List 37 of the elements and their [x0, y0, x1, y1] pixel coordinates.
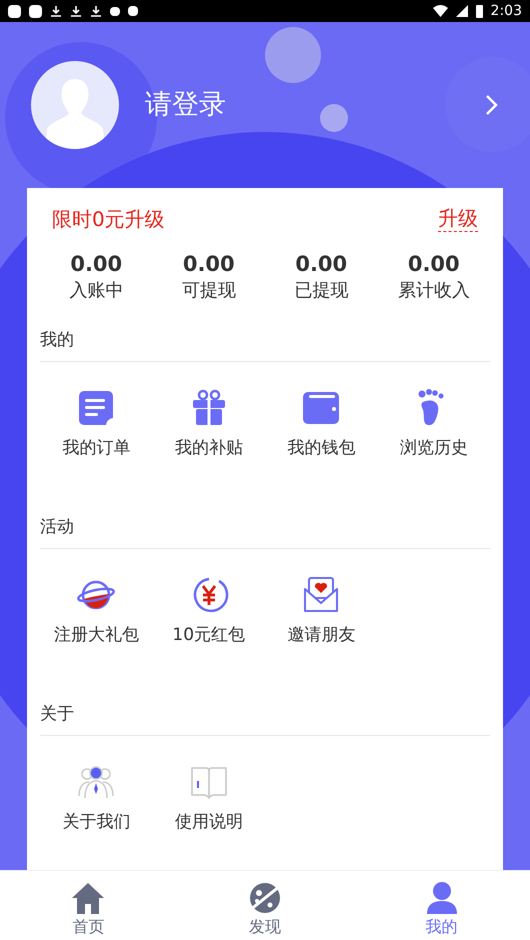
signal-icon [456, 5, 468, 17]
notification-icon [29, 4, 42, 18]
tab[interactable]: 首页 [0, 871, 177, 940]
clock: 2:03 [490, 4, 522, 18]
menu-item[interactable]: 我的钱包 [265, 388, 378, 462]
stat-label: 累计收入 [398, 279, 470, 303]
battery-icon [476, 4, 483, 18]
menu-item[interactable]: 注册大礼包 [40, 575, 152, 648]
menu-item[interactable]: 关于我们 [40, 762, 152, 836]
menu-item[interactable]: 使用说明 [152, 762, 265, 836]
download-icon [90, 5, 102, 17]
login-link[interactable]: 请登录 [145, 84, 226, 126]
section-title: 活动 [40, 516, 74, 539]
menu-item[interactable]: 10元红包 [152, 575, 265, 648]
wifi-icon [432, 5, 448, 17]
stat-value: 0.00 [295, 251, 348, 278]
upgrade-link[interactable]: 升级 [438, 206, 478, 232]
home-icon [70, 880, 106, 916]
promo-title: 限时0元升级 [52, 206, 165, 233]
menu-item[interactable]: 浏览历史 [378, 388, 490, 462]
section-title: 我的 [40, 328, 74, 352]
stat-value: 0.00 [70, 251, 122, 278]
notification-icon [8, 4, 21, 18]
download-icon [70, 5, 82, 17]
tab[interactable]: 我的 [353, 871, 530, 940]
stat-label: 可提现 [182, 279, 236, 303]
menu-item[interactable]: 我的订单 [40, 388, 152, 462]
stat-label: 已提现 [294, 279, 348, 303]
stat-value: 0.00 [182, 251, 235, 278]
stat-value: 0.00 [408, 251, 460, 278]
menu-item[interactable]: 我的补贴 [152, 388, 265, 462]
section-title: 关于 [40, 702, 74, 726]
menu-item[interactable]: 邀请朋友 [265, 575, 378, 648]
download-icon [50, 5, 62, 17]
stat-label: 入账中 [69, 279, 124, 303]
tab[interactable]: 发现 [176, 871, 354, 940]
chevron-right-icon[interactable] [485, 94, 499, 116]
